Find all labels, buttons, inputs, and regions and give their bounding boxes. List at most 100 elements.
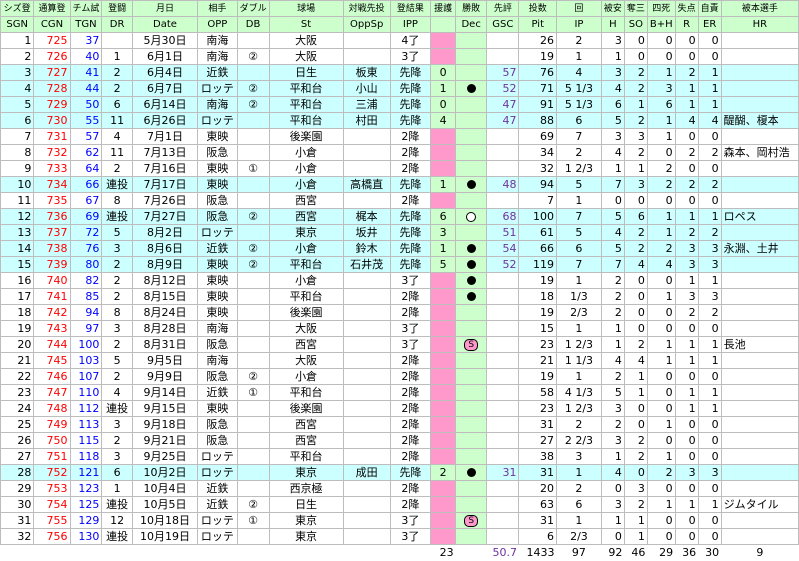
- days-rest-cell: 12: [101, 512, 133, 529]
- result-cell: 2降: [389, 128, 432, 145]
- decision-cell: [455, 368, 488, 385]
- team-game-cell: 110: [69, 384, 103, 401]
- table-row: 3 727 41 2 6月4日 近鉄 日生 板東 先降 0 57 76 4 3 2 1 2 1: [0, 64, 799, 81]
- hits-cell: 1: [600, 448, 625, 465]
- opponent-cell: 阪急: [197, 368, 238, 385]
- pitches-cell: 61: [518, 224, 558, 241]
- innings-cell: 5: [556, 176, 602, 193]
- stadium-cell: 大阪: [268, 32, 344, 49]
- walks-cell: 3: [646, 80, 676, 97]
- stadium-cell: 平和台: [268, 80, 344, 97]
- table-row: 17 741 85 2 8月15日 東映 平和台 2降 18 1/3 2 0 1 3 3: [0, 288, 799, 305]
- support-cell: [430, 480, 457, 497]
- walks-cell: 1: [646, 128, 676, 145]
- decision-cell: [455, 400, 488, 417]
- stadium-cell: 西宮: [268, 208, 344, 225]
- opponent-cell: 東映: [197, 256, 238, 273]
- opp-starter-cell: [342, 288, 391, 305]
- table-row: 7 731 57 4 7月1日 東映 後楽園 2降 69 7 3 3 1 0 0: [0, 128, 799, 145]
- team-game-cell: 62: [69, 144, 103, 161]
- walks-cell: 1: [646, 416, 676, 433]
- doubleheader-cell: ②: [236, 80, 270, 97]
- days-rest-cell: 2: [101, 160, 133, 177]
- date-cell: 6月4日: [131, 64, 199, 81]
- walks-cell: 1: [646, 224, 676, 241]
- season-game-cell: 24: [0, 400, 35, 417]
- homerun-batters-cell: 永淵、土井: [720, 240, 799, 257]
- innings-cell: 2: [556, 144, 602, 161]
- walks-cell: 2: [646, 176, 676, 193]
- homerun-batters-cell: [720, 384, 799, 401]
- earned-runs-cell: 0: [697, 432, 722, 449]
- game-score-cell: [486, 288, 520, 305]
- decision-cell: [455, 256, 488, 273]
- team-game-cell: 123: [69, 480, 103, 497]
- walks-cell: 2: [646, 240, 676, 257]
- career-game-cell: 750: [33, 432, 71, 449]
- decision-cell: S: [455, 512, 488, 529]
- season-game-cell: 21: [0, 352, 35, 369]
- opponent-cell: 南海: [197, 352, 238, 369]
- support-cell: [430, 448, 457, 465]
- walks-cell: 0: [646, 384, 676, 401]
- support-cell: [430, 336, 457, 353]
- header-en-cell: IPP: [389, 16, 432, 33]
- support-cell: 4: [430, 112, 457, 129]
- hits-cell: 4: [600, 144, 625, 161]
- runs-cell: 0: [674, 128, 699, 145]
- decision-cell: [455, 528, 488, 545]
- runs-cell: 0: [674, 48, 699, 65]
- support-cell: 5: [430, 256, 457, 273]
- career-game-cell: 729: [33, 96, 71, 113]
- runs-cell: 2: [674, 144, 699, 161]
- pitches-cell: 6: [518, 528, 558, 545]
- strikeouts-cell: 0: [623, 272, 648, 289]
- walks-cell: 0: [646, 480, 676, 497]
- header-en-cell: HR: [720, 16, 799, 33]
- table-row: 1 725 37 5月30日 南海 大阪 4了 26 2 3 0 0 0 0: [0, 32, 799, 49]
- walks-cell: 0: [646, 432, 676, 449]
- table-row: 14 738 76 3 8月6日 近鉄 ② 小倉 鈴木 先降 1 54 66 6 5 2 2 3 3 永淵、土井: [0, 240, 799, 257]
- days-rest-cell: 3: [101, 416, 133, 433]
- header-en-cell: Pit: [518, 16, 558, 33]
- pitches-cell: 18: [518, 288, 558, 305]
- date-cell: 5月30日: [131, 32, 199, 49]
- runs-cell: 0: [674, 528, 699, 545]
- runs-cell: 1: [674, 496, 699, 513]
- career-game-cell: 726: [33, 48, 71, 65]
- earned-runs-cell: 3: [697, 288, 722, 305]
- season-game-cell: 26: [0, 432, 35, 449]
- doubleheader-cell: ②: [236, 256, 270, 273]
- table-row: 27 751 118 3 9月25日 ロッテ 平和台 2降 38 3 1 2 1 0 0: [0, 448, 799, 465]
- doubleheader-cell: [236, 112, 270, 129]
- support-cell: [430, 192, 457, 209]
- opponent-cell: 阪急: [197, 144, 238, 161]
- pitches-cell: 23: [518, 336, 558, 353]
- opp-starter-cell: 高橋直: [342, 176, 391, 193]
- season-game-cell: 15: [0, 256, 35, 273]
- hits-cell: 2: [600, 416, 625, 433]
- earned-runs-cell: 0: [697, 128, 722, 145]
- innings-cell: 6: [556, 112, 602, 129]
- walks-cell: 0: [646, 512, 676, 529]
- opp-starter-cell: 坂井: [342, 224, 391, 241]
- runs-cell: 0: [674, 160, 699, 177]
- walks-cell: 2: [646, 464, 676, 481]
- game-score-cell: 68: [486, 208, 520, 225]
- result-cell: 先降: [389, 80, 432, 97]
- walks-cell: 0: [646, 48, 676, 65]
- homerun-batters-cell: [720, 288, 799, 305]
- header-jp-cell: 通算登: [33, 0, 71, 17]
- game-score-cell: 47: [486, 112, 520, 129]
- table-row: 26 750 115 2 9月21日 阪急 西宮 2降 27 2 2/3 3 2 0 0 0: [0, 432, 799, 449]
- support-cell: [430, 320, 457, 337]
- game-score-cell: 51: [486, 224, 520, 241]
- walks-cell: 6: [646, 96, 676, 113]
- opponent-cell: 南海: [197, 96, 238, 113]
- doubleheader-cell: [236, 528, 270, 545]
- opp-starter-cell: [342, 192, 391, 209]
- team-game-cell: 76: [69, 240, 103, 257]
- stadium-cell: 大阪: [268, 320, 344, 337]
- strikeouts-cell: 2: [623, 144, 648, 161]
- result-cell: 先降: [389, 112, 432, 129]
